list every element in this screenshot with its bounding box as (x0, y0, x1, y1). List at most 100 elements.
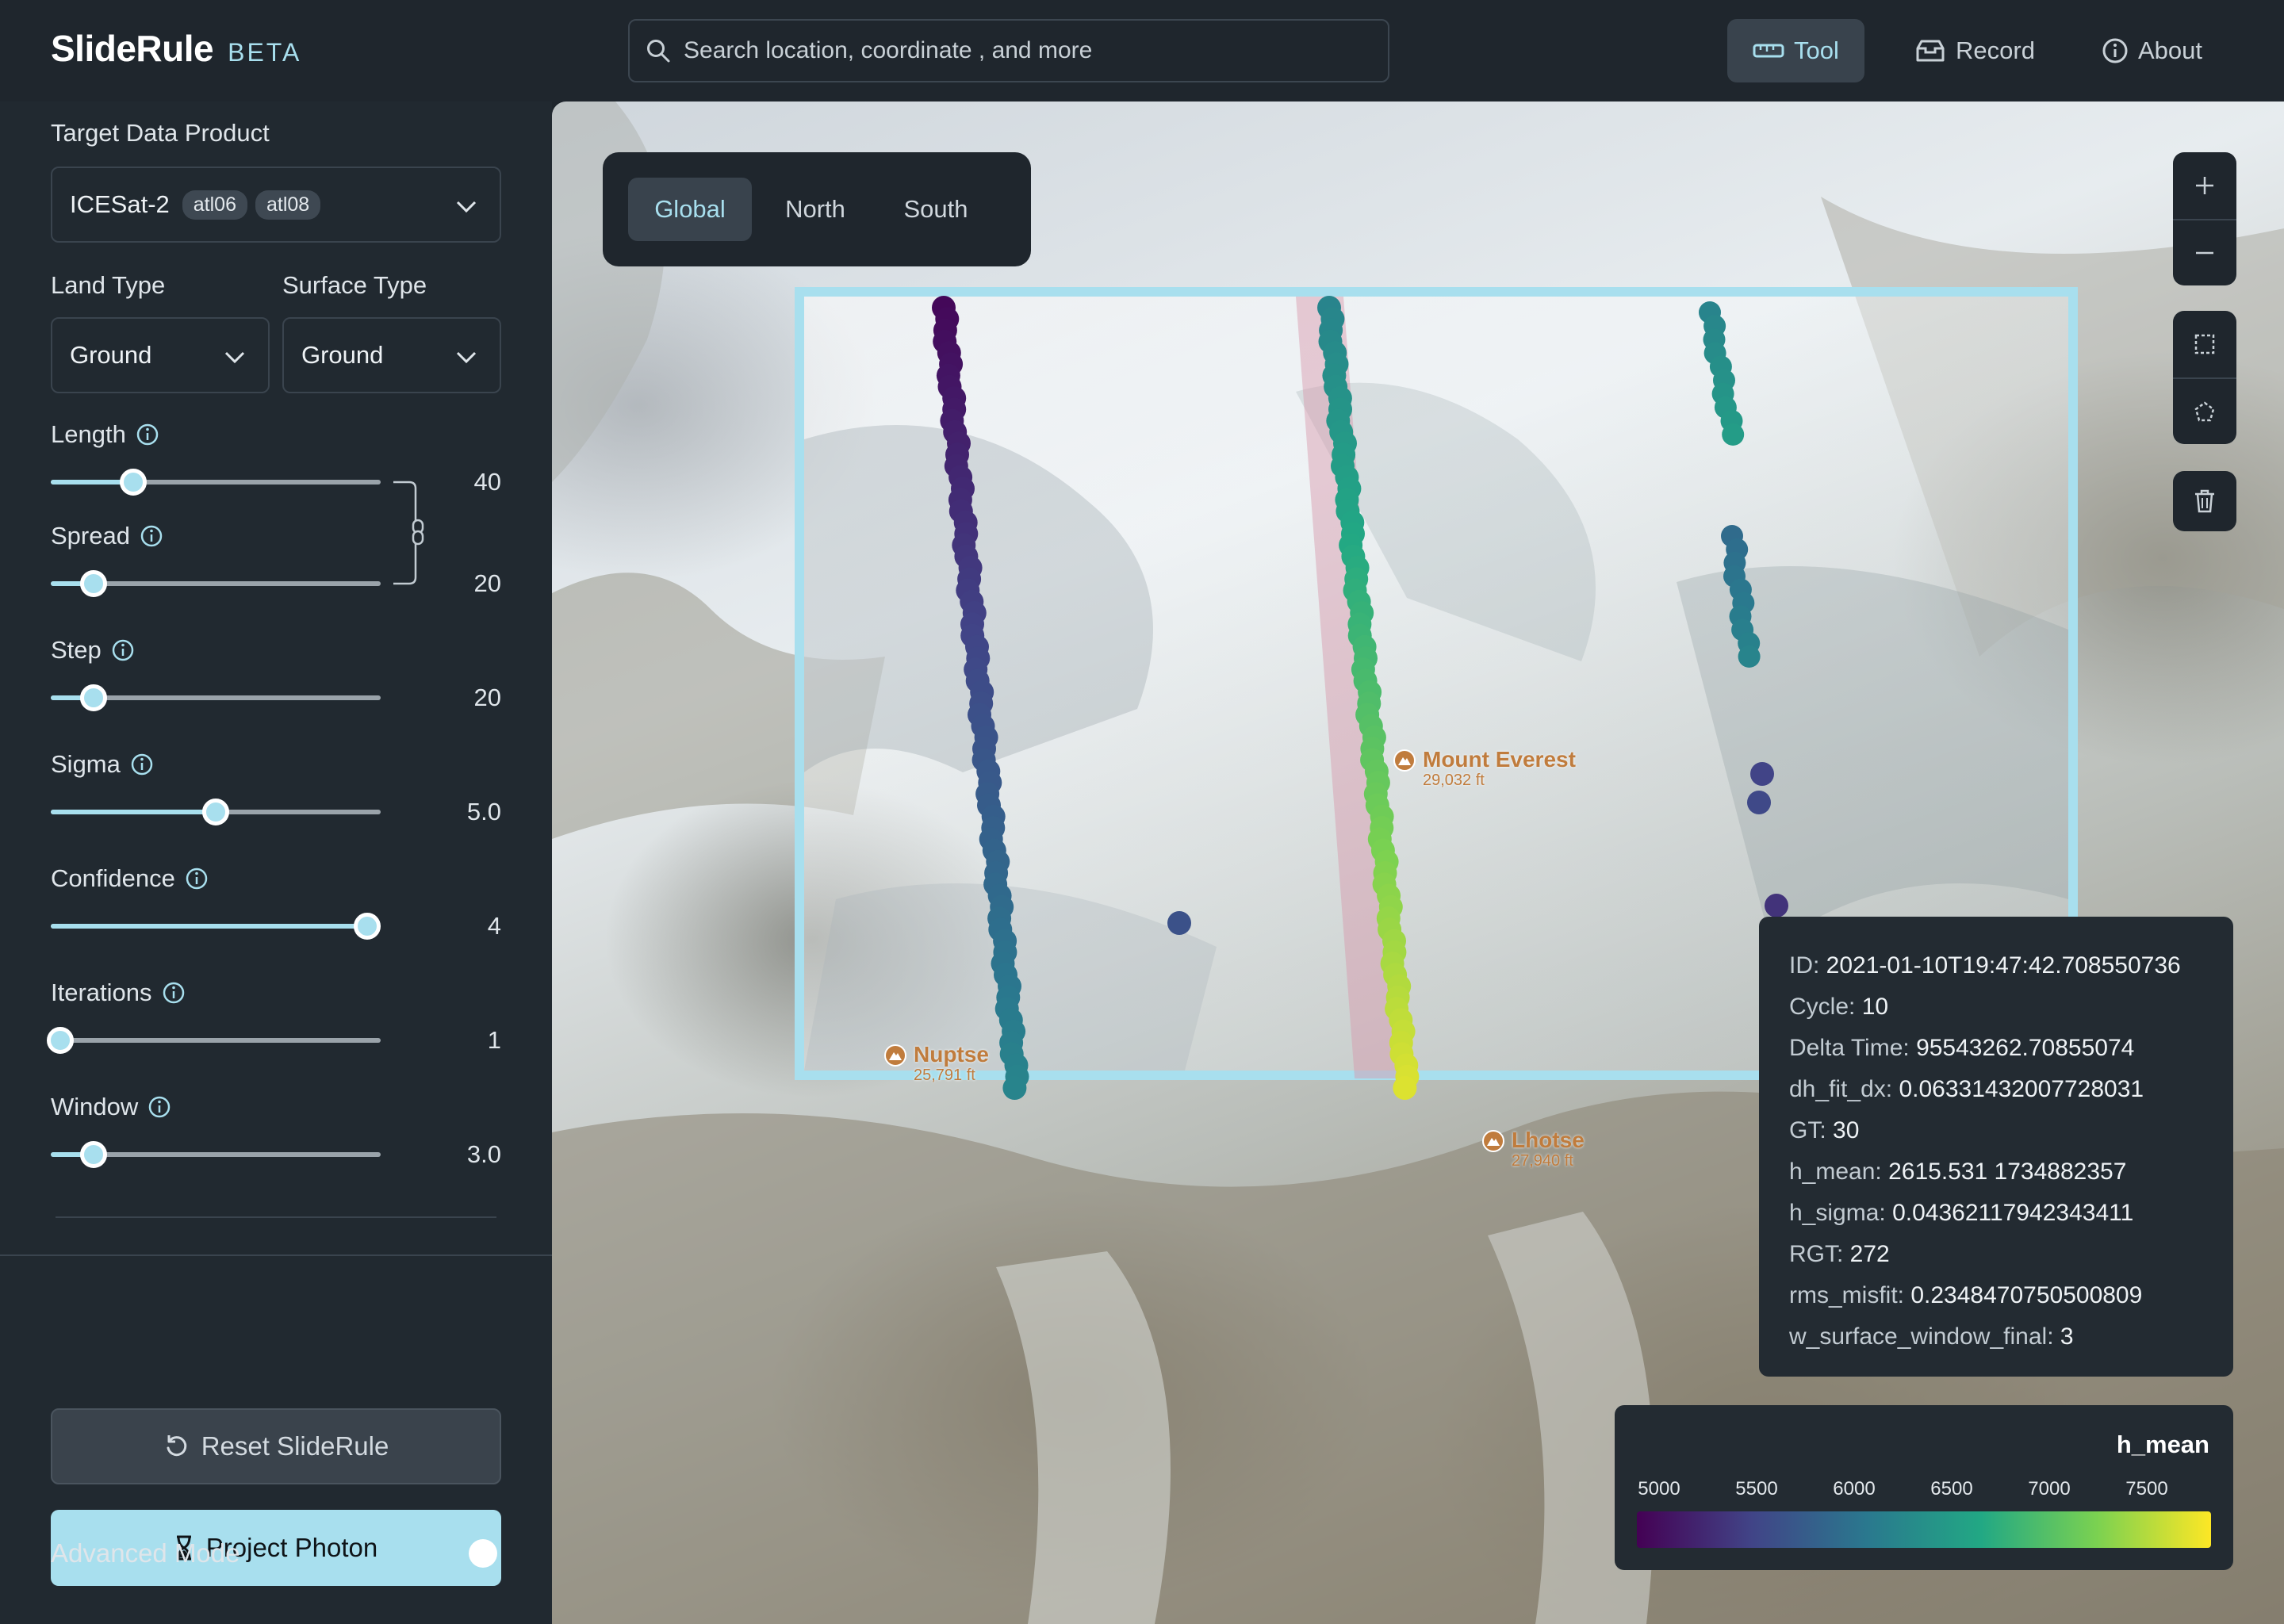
sigma-label: Sigma (51, 750, 121, 778)
info-icon[interactable] (111, 638, 135, 662)
search-input[interactable] (682, 36, 1388, 65)
popup-row: Delta Time: 95543262.70855074 (1789, 1035, 2135, 1061)
projection-south-button[interactable]: South (880, 178, 991, 241)
photon-point[interactable] (1750, 762, 1774, 786)
legend-tick: 6500 (1930, 1478, 1973, 1500)
length-slider-track[interactable] (51, 469, 381, 496)
mountain-icon (1482, 1130, 1504, 1152)
popup-row: Cycle: 10 (1789, 994, 1889, 1020)
iterations-value: 1 (487, 1026, 501, 1054)
confidence-slider-thumb[interactable] (354, 913, 381, 940)
surface-type-value: Ground (301, 341, 384, 369)
land-type-select[interactable]: Ground (51, 317, 270, 393)
surface-type-label: Surface Type (282, 271, 427, 299)
window-slider-thumb[interactable] (80, 1141, 108, 1168)
nav-record-button[interactable]: Record (1889, 19, 2060, 82)
peak-name: Mount Everest (1423, 747, 1576, 772)
info-icon[interactable] (130, 753, 154, 776)
peak-mount-everest[interactable]: Mount Everest 29,032 ft (1393, 749, 1576, 790)
divider (0, 1254, 552, 1256)
window-slider-track[interactable] (51, 1141, 381, 1168)
length-value: 40 (473, 468, 501, 496)
chevron-down-icon (224, 351, 245, 364)
peak-nuptse[interactable]: Nuptse 25,791 ft (883, 1044, 989, 1085)
photon-point[interactable] (1747, 791, 1771, 814)
photon-point[interactable] (1002, 1076, 1027, 1100)
plus-icon (2196, 177, 2213, 194)
legend-tick: 7500 (2125, 1478, 2168, 1500)
sigma-slider-thumb[interactable] (202, 799, 229, 825)
nav-about-label: About (2138, 36, 2203, 64)
spread-slider-track[interactable] (51, 570, 381, 597)
peak-elevation: 29,032 ft (1423, 772, 1485, 789)
photon-track-a (932, 296, 1029, 1100)
spread-label: Spread (51, 522, 130, 550)
sigma-slider-track[interactable] (51, 799, 381, 825)
peak-elevation: 27,940 ft (1512, 1152, 1573, 1170)
iterations-slider-track[interactable] (47, 1027, 381, 1054)
popup-row: GT: 30 (1789, 1117, 1860, 1143)
map-view[interactable]: Mount Everest 29,032 ft Nuptse 25,791 ft… (552, 102, 2284, 1624)
iterations-label: Iterations (51, 979, 152, 1006)
zoom-in-button[interactable] (2173, 152, 2236, 219)
photon-point[interactable] (1765, 894, 1788, 917)
photon-point[interactable] (1738, 645, 1761, 668)
info-icon[interactable] (185, 867, 209, 891)
photon-track-c (1699, 301, 1745, 446)
search-bar[interactable] (628, 19, 1389, 82)
reset-sliderule-button[interactable]: Reset SlideRule (51, 1408, 501, 1484)
projection-north-button[interactable]: North (760, 178, 871, 241)
spread-value: 20 (473, 569, 501, 597)
brand[interactable]: SlideRule BETA (51, 27, 301, 70)
step-label: Step (51, 636, 102, 664)
zoom-out-button[interactable] (2173, 220, 2236, 285)
h-mean-legend: h_mean 5000 5500 6000 6500 7000 7500 (1615, 1405, 2233, 1570)
archive-icon (1916, 40, 1945, 62)
target-data-product-select[interactable]: ICESat-2 atl06 atl08 (51, 167, 501, 243)
popup-row: h_mean: 2615.531 1734882357 (1789, 1159, 2127, 1185)
nav-tool-button[interactable]: Tool (1727, 19, 1864, 82)
info-icon[interactable] (162, 981, 186, 1005)
legend-tick: 6000 (1833, 1478, 1876, 1500)
info-icon[interactable] (148, 1095, 171, 1119)
step-slider-track[interactable] (51, 684, 381, 711)
nav-tool-label: Tool (1794, 36, 1839, 64)
popup-row: h_sigma: 0.04362117942343411 (1789, 1200, 2134, 1226)
legend-color-ramp (1637, 1511, 2211, 1548)
delete-button[interactable] (2173, 471, 2236, 531)
ruler-icon (1753, 44, 1784, 58)
photon-point[interactable] (1393, 1076, 1417, 1100)
photon-point[interactable] (1722, 423, 1745, 446)
info-icon[interactable] (140, 524, 163, 548)
peak-lhotse[interactable]: Lhotse 27,940 ft (1481, 1129, 1585, 1170)
surface-type-select[interactable]: Ground (282, 317, 501, 393)
projection-global-button[interactable]: Global (628, 178, 752, 241)
advanced-mode-toggle[interactable] (437, 1535, 501, 1572)
sidebar: Target Data Product ICESat-2 atl06 atl08… (0, 102, 552, 1624)
photon-point[interactable] (1167, 911, 1191, 935)
confidence-slider-track[interactable] (51, 913, 381, 940)
target-data-product-label: Target Data Product (51, 119, 270, 147)
popup-row: rms_misfit: 0.2348470750500809 (1789, 1282, 2143, 1308)
draw-box-button[interactable] (2173, 311, 2236, 377)
draw-controls (2173, 311, 2236, 444)
step-slider-thumb[interactable] (80, 684, 108, 711)
zoom-controls (2173, 152, 2236, 285)
photon-tracks[interactable] (552, 102, 2284, 1624)
reset-icon (167, 1435, 186, 1457)
length-slider-thumb[interactable] (120, 469, 147, 496)
nav-about-button[interactable]: About (2076, 19, 2228, 82)
legend-tick: 5000 (1638, 1478, 1680, 1500)
link-icon[interactable] (408, 519, 430, 547)
info-icon[interactable] (136, 423, 159, 446)
spread-slider-thumb[interactable] (80, 570, 108, 597)
sigma-value: 5.0 (466, 798, 501, 825)
peak-elevation: 25,791 ft (914, 1067, 975, 1084)
draw-polygon-button[interactable] (2173, 379, 2236, 444)
beta-badge: BETA (228, 38, 302, 67)
top-bar: SlideRule BETA Tool Record About (0, 0, 2284, 102)
confidence-label: Confidence (51, 864, 175, 892)
confidence-value: 4 (487, 912, 501, 940)
iterations-slider-thumb[interactable] (47, 1027, 75, 1054)
step-value: 20 (473, 684, 501, 711)
